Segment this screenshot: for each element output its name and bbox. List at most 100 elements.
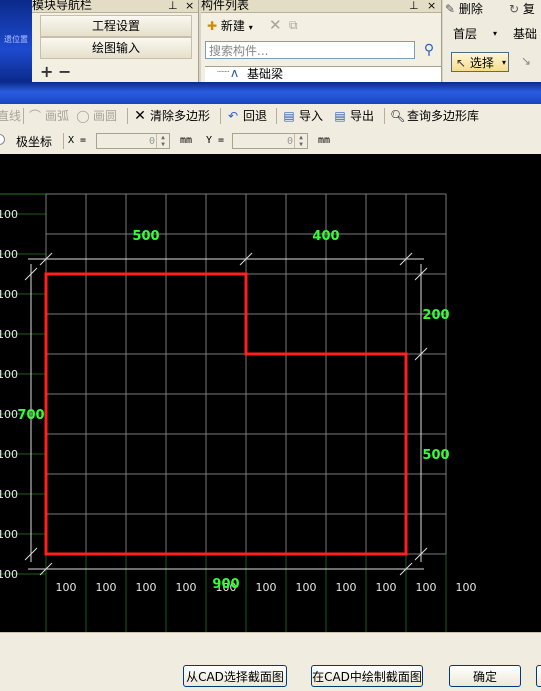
polar-label: 极坐标	[16, 135, 53, 149]
ruler-label: 100	[0, 248, 18, 261]
select-button[interactable]: ↖ 选择 ▾	[451, 52, 509, 72]
y-spinner[interactable]: ▲ ▼	[294, 134, 307, 148]
y-value: 0	[286, 136, 293, 147]
query-label: 查询多边形库	[407, 109, 480, 123]
close-icon[interactable]: ×	[185, 0, 194, 11]
circle-label: 画圆	[93, 109, 118, 123]
new-component-button[interactable]: ✚ 新建 ▾	[207, 17, 253, 35]
component-list-panel: 构件列表 ⊥ × ✚ 新建 ▾ ✕ ⧉ 搜索构件... ⚲ ┈┈ ʌ 基础梁	[201, 0, 442, 83]
polar-radio[interactable]	[0, 134, 5, 145]
polygon-drawing-canvas[interactable]: 100 100 100 100 100 100 100 100 100 100 100 100 100 1…	[0, 154, 541, 632]
query-polygon-library-button[interactable]: 🔍︎ 查询多边形库	[390, 104, 479, 128]
circle-icon: ◯	[76, 109, 90, 123]
nav-panel-title: 模块导航栏	[32, 0, 93, 12]
toolbar-divider	[276, 108, 277, 124]
ruler-label: 100	[456, 581, 477, 594]
dialog-button-bar: 从CAD选择截面图 在CAD中绘制截面图 确定	[0, 632, 541, 691]
clear-icon: ✕	[134, 108, 146, 124]
eraser-icon: ✎	[445, 2, 456, 16]
toolbar-divider	[220, 108, 221, 124]
delete-label: 删除	[458, 2, 483, 16]
line-button[interactable]: 直线	[0, 104, 21, 128]
copy-label: 复	[522, 2, 535, 16]
component-search-input[interactable]: 搜索构件...	[205, 41, 415, 59]
copy-icon[interactable]: ⧉	[289, 18, 298, 33]
ruler-label: 100	[96, 581, 117, 594]
ruler-label: 100	[256, 581, 277, 594]
ruler-label: 100	[296, 581, 317, 594]
dimension-label: 200	[422, 308, 449, 323]
export-button[interactable]: ▤ 导出	[333, 104, 374, 128]
ruler-label: 100	[0, 408, 18, 421]
tree-item-foundation-beam[interactable]: 基础梁	[247, 67, 283, 81]
pin-icon[interactable]: ⊥	[168, 0, 178, 11]
line-tool-icon[interactable]: ↘	[521, 54, 531, 68]
import-label: 导入	[299, 109, 324, 123]
ruler-label: 100	[0, 328, 18, 341]
expand-all-icon[interactable]: +	[40, 62, 53, 81]
y-label: Y =	[206, 135, 225, 146]
right-toolbar: ✎ 删除 ↻ 复 首层 ▾ 基础 ↖ 选择 ▾ ↘	[443, 0, 541, 82]
arc-label: 画弧	[45, 109, 70, 123]
ruler-label: 100	[0, 208, 18, 221]
section-polygon	[44, 272, 408, 556]
y-input[interactable]: 0 ▲ ▼	[232, 133, 308, 149]
dimension-label: 500	[422, 448, 449, 463]
nav-item-drawing-input[interactable]: 绘图输入	[40, 37, 192, 59]
x-label: X =	[68, 135, 87, 146]
undo-icon: ↶	[227, 109, 239, 123]
export-icon: ▤	[334, 109, 346, 123]
new-icon: ✚	[207, 19, 218, 33]
ruler-label: 100	[416, 581, 437, 594]
dimension-label: 500	[132, 229, 159, 244]
select-from-cad-button[interactable]: 从CAD选择截面图	[183, 665, 287, 687]
beam-icon: ʌ	[231, 66, 239, 80]
nav-panel-header: 模块导航栏 ⊥ ×	[32, 0, 198, 13]
floor-select[interactable]: 首层 ▾	[453, 26, 503, 42]
drawing-toolbar: 直线 ⌒ 画弧 ◯ 画圆 ✕ 清除多边形 ↶ 回退 ▤ 导入 ▤ 导出 🔍︎ 查询多边形库	[0, 104, 541, 129]
coordinate-bar: 极坐标 X = 0 ▲ ▼ mm Y = 0 ▲ ▼ mm	[0, 128, 541, 155]
search-icon[interactable]: ⚲	[419, 40, 439, 60]
component-list-header: 构件列表 ⊥ ×	[201, 0, 441, 13]
delete-icon[interactable]: ✕	[269, 16, 282, 34]
arc-button[interactable]: ⌒ 画弧	[28, 104, 69, 128]
drawing-svg[interactable]: 100 100 100 100 100 100 100 100 100 100 100 100 100 1…	[0, 154, 541, 632]
ruler-label: 100	[376, 581, 397, 594]
nav-item-project-settings[interactable]: 工程设置	[40, 15, 192, 37]
export-label: 导出	[350, 109, 375, 123]
clear-polygon-button[interactable]: ✕ 清除多边形	[133, 104, 210, 128]
background-window: 遗位置	[0, 0, 32, 82]
undo-label: 回退	[243, 109, 268, 123]
circle-button[interactable]: ◯ 画圆	[76, 104, 117, 128]
pin-icon[interactable]: ⊥	[409, 0, 419, 11]
toolbar-divider	[23, 108, 24, 124]
component-list-title: 构件列表	[201, 0, 250, 12]
x-value: 0	[148, 136, 155, 147]
ok-button[interactable]: 确定	[449, 665, 521, 687]
delete-button[interactable]: ✎ 删除	[445, 0, 483, 18]
x-input[interactable]: 0 ▲ ▼	[96, 133, 170, 149]
ruler-label: 100	[0, 528, 18, 541]
collapse-all-icon[interactable]: −	[58, 62, 71, 81]
ruler-label: 100	[0, 368, 18, 381]
cancel-button[interactable]	[536, 665, 541, 687]
undo-button[interactable]: ↶ 回退	[226, 104, 267, 128]
copy-icon: ↻	[509, 2, 520, 16]
module-navigation-panel: 模块导航栏 ⊥ × 工程设置 绘图输入 + −	[32, 0, 199, 82]
x-spinner[interactable]: ▲ ▼	[156, 134, 169, 148]
dimension-label: 900	[212, 577, 239, 592]
draw-in-cad-button[interactable]: 在CAD中绘制截面图	[311, 665, 423, 687]
copy-button[interactable]: ↻ 复	[509, 0, 535, 18]
toolbar-divider	[384, 108, 385, 124]
floor-value: 首层	[453, 27, 478, 41]
component-type-select[interactable]: 基础	[513, 26, 537, 42]
import-button[interactable]: ▤ 导入	[282, 104, 323, 128]
magnifier-icon: 🔍︎	[390, 109, 406, 123]
ruler-label: 100	[176, 581, 197, 594]
select-label: 选择	[469, 56, 494, 70]
ruler-label: 100	[0, 288, 18, 301]
close-icon[interactable]: ×	[427, 0, 436, 11]
arc-icon: ⌒	[28, 109, 41, 123]
dropdown-arrow-icon: ▾	[502, 58, 507, 67]
dialog-title-bar[interactable]	[0, 82, 541, 104]
